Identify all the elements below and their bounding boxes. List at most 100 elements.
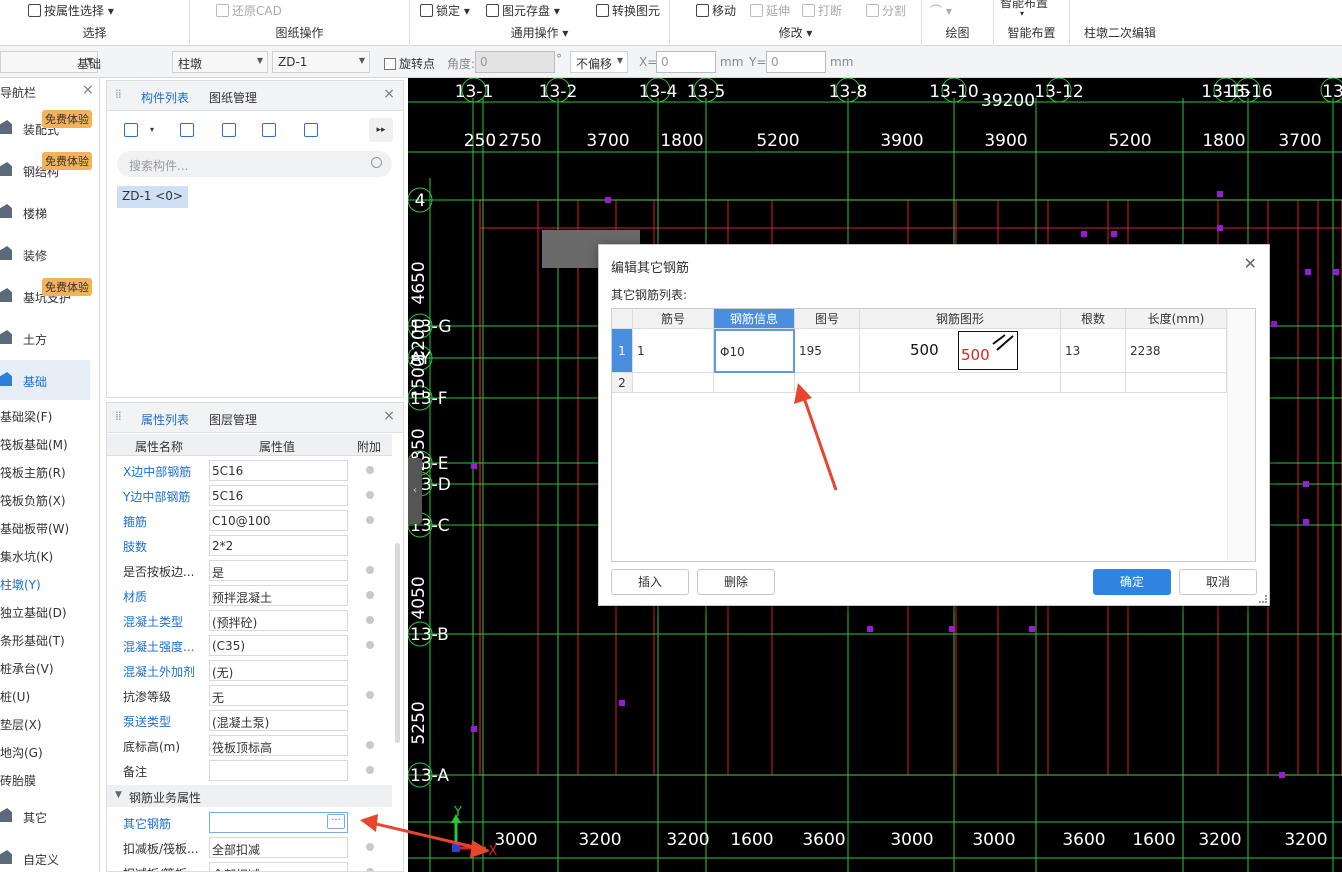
- close-icon[interactable]: ×: [383, 86, 395, 102]
- new-dropdown-button[interactable]: ▾: [147, 118, 161, 142]
- property-row[interactable]: 抗渗等级 无: [107, 683, 392, 708]
- filter-button[interactable]: [299, 118, 323, 142]
- duplicate-button[interactable]: [257, 118, 281, 142]
- property-row[interactable]: 底标高(m) 筏板顶标高: [107, 733, 392, 758]
- component-item-zd1[interactable]: ZD-1 <0>: [117, 186, 188, 208]
- convert-element-button[interactable]: 转换图元: [596, 2, 660, 19]
- nav-item-prefab[interactable]: 装配式 免费体验: [0, 108, 92, 148]
- cell-rebar-info[interactable]: [714, 373, 795, 393]
- nav-item-custom[interactable]: 自定义: [0, 838, 90, 872]
- insert-button[interactable]: 插入: [611, 569, 689, 595]
- property-value[interactable]: 预拌混凝土: [209, 585, 348, 606]
- property-row[interactable]: 是否按板边... 是: [107, 558, 392, 583]
- nav-sub-item[interactable]: 筏板负筋(X): [0, 492, 66, 509]
- drag-handle-icon[interactable]: ⁞⁞: [115, 409, 122, 423]
- cell-shape-no[interactable]: 195: [795, 329, 860, 373]
- row-number-1[interactable]: 1: [612, 329, 633, 373]
- property-value[interactable]: 全部扣减: [209, 837, 348, 858]
- property-value[interactable]: 筏板顶标高: [209, 735, 348, 756]
- split-button[interactable]: 分割: [866, 2, 906, 19]
- nav-sub-item[interactable]: 桩(U): [0, 688, 30, 705]
- property-row[interactable]: 箍筋 C10@100: [107, 508, 392, 533]
- property-value[interactable]: (预拌砼): [209, 610, 348, 631]
- rotate-checkbox[interactable]: 旋转点: [384, 55, 435, 72]
- property-row[interactable]: 混凝土外加剂 (无): [107, 658, 392, 683]
- nav-sub-item[interactable]: 基础板带(W): [0, 520, 69, 537]
- property-value[interactable]: C10@100: [209, 510, 348, 531]
- lock-button[interactable]: 锁定 ▾: [420, 2, 470, 19]
- cell-length[interactable]: [1126, 373, 1227, 393]
- drag-handle-icon[interactable]: ⁞⁞: [115, 87, 122, 101]
- nav-sub-item[interactable]: 基础梁(F): [0, 408, 52, 425]
- restore-cad-button[interactable]: 还原CAD: [216, 2, 282, 19]
- move-button[interactable]: 移动: [696, 2, 736, 19]
- cell-shape[interactable]: 500 500: [860, 329, 1061, 373]
- nav-item-pit-support[interactable]: 基坑支护 免费体验: [0, 276, 92, 316]
- property-row[interactable]: 肢数 2*2: [107, 533, 392, 558]
- nav-sub-item[interactable]: 砖胎膜: [0, 772, 36, 789]
- smart-layout-arrow[interactable]: ▾: [1020, 9, 1024, 18]
- tab-drawing-management[interactable]: 图纸管理: [209, 89, 257, 106]
- property-value[interactable]: (C35): [209, 635, 348, 656]
- nav-sub-item[interactable]: 桩承台(V): [0, 660, 54, 677]
- angle-input[interactable]: 0: [475, 51, 555, 73]
- close-icon[interactable]: ✕: [1244, 254, 1257, 273]
- cell-rebar-info[interactable]: Φ10: [714, 329, 795, 373]
- property-value[interactable]: (无): [209, 660, 348, 681]
- grid-vscroll[interactable]: [1227, 309, 1255, 561]
- property-row[interactable]: 扣减板/筏板...全部扣减: [107, 860, 392, 871]
- row-number-2[interactable]: 2: [612, 373, 633, 393]
- cell-jinhao[interactable]: 1: [633, 329, 714, 373]
- cell-jinhao[interactable]: [633, 373, 714, 393]
- extend-button[interactable]: 延伸: [750, 2, 790, 19]
- property-row[interactable]: 材质 预拌混凝土: [107, 583, 392, 608]
- nav-sub-item[interactable]: 垫层(X): [0, 716, 42, 733]
- type-combo[interactable]: 柱墩 ▼: [172, 51, 268, 73]
- property-value[interactable]: 5C16: [209, 460, 348, 481]
- cell-count[interactable]: 13: [1061, 329, 1126, 373]
- break-button[interactable]: 打断: [802, 2, 842, 19]
- x-input[interactable]: 0: [656, 51, 716, 73]
- layer-combo[interactable]: 基础 ▼: [0, 51, 101, 73]
- cell-count[interactable]: [1061, 373, 1126, 393]
- draw-arc-button[interactable]: ⌒ ▾: [930, 2, 952, 19]
- nav-sub-item[interactable]: 筏板主筋(R): [0, 464, 66, 481]
- nav-sub-item[interactable]: 独立基础(D): [0, 604, 67, 621]
- nav-sub-item[interactable]: 柱墩(Y): [0, 576, 41, 593]
- property-value[interactable]: 全部扣减: [209, 862, 348, 871]
- nav-item-steel[interactable]: 钢结构 免费体验: [0, 150, 92, 190]
- property-row[interactable]: 泵送类型 (混凝土泵): [107, 708, 392, 733]
- nav-sub-item[interactable]: 地沟(G): [0, 744, 43, 761]
- cell-shape-no[interactable]: [795, 373, 860, 393]
- property-row[interactable]: Y边中部钢筋 5C16: [107, 483, 392, 508]
- tab-property-list[interactable]: 属性列表: [141, 411, 189, 428]
- nav-item-stairs[interactable]: 楼梯: [0, 192, 90, 232]
- property-row[interactable]: 扣减板/筏板...全部扣减: [107, 835, 392, 860]
- nav-item-foundation[interactable]: 基础: [0, 360, 90, 400]
- copy-button[interactable]: [175, 118, 199, 142]
- component-combo[interactable]: ZD-1 ▼: [272, 51, 370, 73]
- search-input[interactable]: 搜索构件...: [117, 151, 392, 177]
- property-value[interactable]: 是: [209, 560, 348, 581]
- property-row[interactable]: 备注: [107, 758, 392, 783]
- property-row[interactable]: 混凝土类型 (预拌砼): [107, 608, 392, 633]
- property-row[interactable]: 混凝土强度... (C35): [107, 633, 392, 658]
- property-value[interactable]: 5C16: [209, 485, 348, 506]
- rebar-section-header[interactable]: ▼ 钢筋业务属性: [107, 785, 392, 807]
- y-input[interactable]: 0: [766, 51, 826, 73]
- cell-length[interactable]: 2238: [1126, 329, 1227, 373]
- ok-button[interactable]: 确定: [1093, 569, 1171, 595]
- nav-sub-item[interactable]: 条形基础(T): [0, 632, 65, 649]
- select-by-attr-button[interactable]: 按属性选择 ▾: [28, 2, 114, 19]
- cancel-button[interactable]: 取消: [1179, 569, 1257, 595]
- ellipsis-button[interactable]: ···: [327, 814, 345, 829]
- scrollbar[interactable]: [395, 543, 400, 743]
- property-value[interactable]: [209, 760, 348, 781]
- property-row[interactable]: X边中部钢筋 5C16: [107, 458, 392, 483]
- property-row[interactable]: 其它钢筋 ···: [107, 810, 392, 835]
- resize-grip-icon[interactable]: [1259, 595, 1267, 603]
- delete-button[interactable]: 删除: [697, 569, 775, 595]
- offset-combo[interactable]: 不偏移 ▼: [570, 51, 628, 73]
- nav-item-earthwork[interactable]: 土方: [0, 318, 90, 358]
- nav-sub-item[interactable]: 筏板基础(M): [0, 436, 68, 453]
